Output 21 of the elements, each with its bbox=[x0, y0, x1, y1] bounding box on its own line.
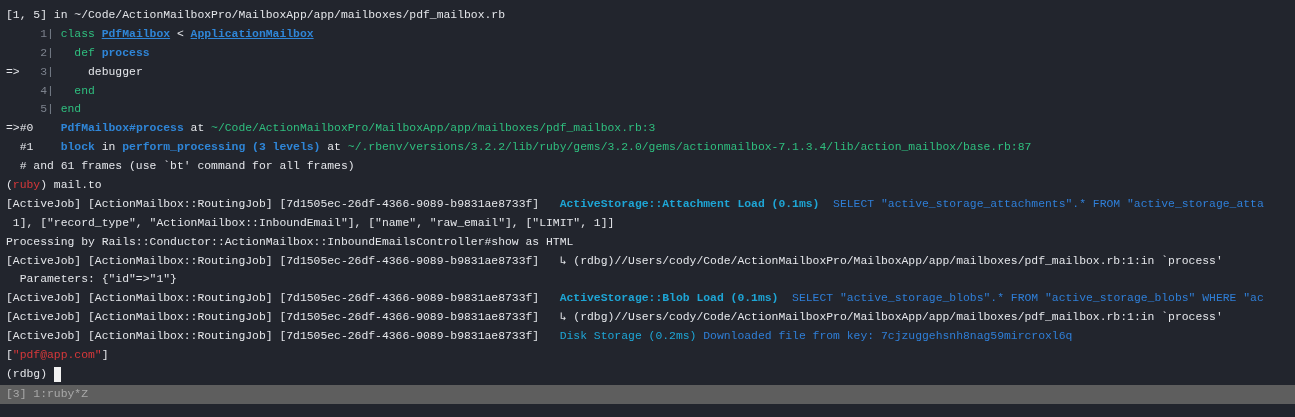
terminal-line: 1], ["record_type", "ActionMailbox::InboundEmail"], ["name", "raw_email"], ["LIMIT", 1]] bbox=[11, 215, 615, 231]
terminal-line: [ActiveJob] [ActionMailbox::RoutingJob] [7d1505ec-26df-4366-9089-b9831ae8733f] Disk Storage (0.2ms) Downloaded file from key: 7cjzuggehsnh8nag59mircroxl6q bbox=[6, 329, 1073, 345]
terminal-line: Processing by Rails::Conductor::ActionMailbox::InboundEmailsController#show as HTML bbox=[6, 234, 574, 250]
terminal-line: (rdbg) bbox=[6, 366, 48, 382]
terminal-line: #1 block in perform_processing (3 levels) at ~/.rbenv/versions/3.2.2/lib/ruby/gems/3.2.0/gems/actionmailbox-7.1.3.4/lib/action_mailbox/base.rb:87 bbox=[18, 140, 1032, 156]
terminal-line: 5| end bbox=[39, 102, 82, 118]
terminal-line: [ActiveJob] [ActionMailbox::RoutingJob] [7d1505ec-26df-4366-9089-b9831ae8733f] ↳ (rdbg)//Users/cody/Code/ActionMailboxPro/MailboxApp/app/mailboxes/pdf_mailbox.rb:1:in `process' bbox=[6, 310, 1223, 326]
terminal-line: (ruby) mail.to bbox=[6, 178, 102, 193]
terminal-line: =>#0 PdfMailbox#process at ~/Code/ActionMailboxPro/MailboxApp/app/mailboxes/pdf_mailbox.rb:3 bbox=[6, 121, 656, 137]
terminal-line: # and 61 frames (use `bt' command for all frames) bbox=[18, 159, 355, 175]
terminal-line: [ActiveJob] [ActionMailbox::RoutingJob] [7d1505ec-26df-4366-9089-b9831ae8733f] ↳ (rdbg)//Users/cody/Code/ActionMailboxPro/MailboxApp/app/mailboxes/pdf_mailbox.rb:1:in `process' bbox=[6, 253, 1223, 269]
terminal-line: [1, 5] in ~/Code/ActionMailboxPro/MailboxApp/app/mailboxes/pdf_mailbox.rb bbox=[6, 8, 505, 23]
terminal-line: 2| def process bbox=[39, 45, 150, 61]
terminal-line: ["pdf@app.com"] bbox=[6, 348, 109, 364]
terminal-line: [ActiveJob] [ActionMailbox::RoutingJob] [7d1505ec-26df-4366-9089-b9831ae8733f] ActiveStorage::Blob Load (0.1ms) SELECT "active_storage_blobs".* FROM "active_storage_blobs" WHERE "ac bbox=[6, 291, 1264, 307]
terminal-line: 4| end bbox=[39, 83, 95, 99]
terminal-line: Parameters: {"id"=>"1"} bbox=[18, 272, 177, 288]
terminal-line: 1| class PdfMailbox < ApplicationMailbox bbox=[39, 26, 314, 42]
terminal-line: => 3| debugger bbox=[6, 64, 143, 80]
terminal-line: [ActiveJob] [ActionMailbox::RoutingJob] [7d1505ec-26df-4366-9089-b9831ae8733f] ActiveStorage::Attachment Load (0.1ms) SELECT "active_storage_attachments".* FROM "active_storage_atta bbox=[6, 196, 1264, 212]
status-bar: [3] 1:ruby*Z bbox=[0, 384, 1295, 404]
